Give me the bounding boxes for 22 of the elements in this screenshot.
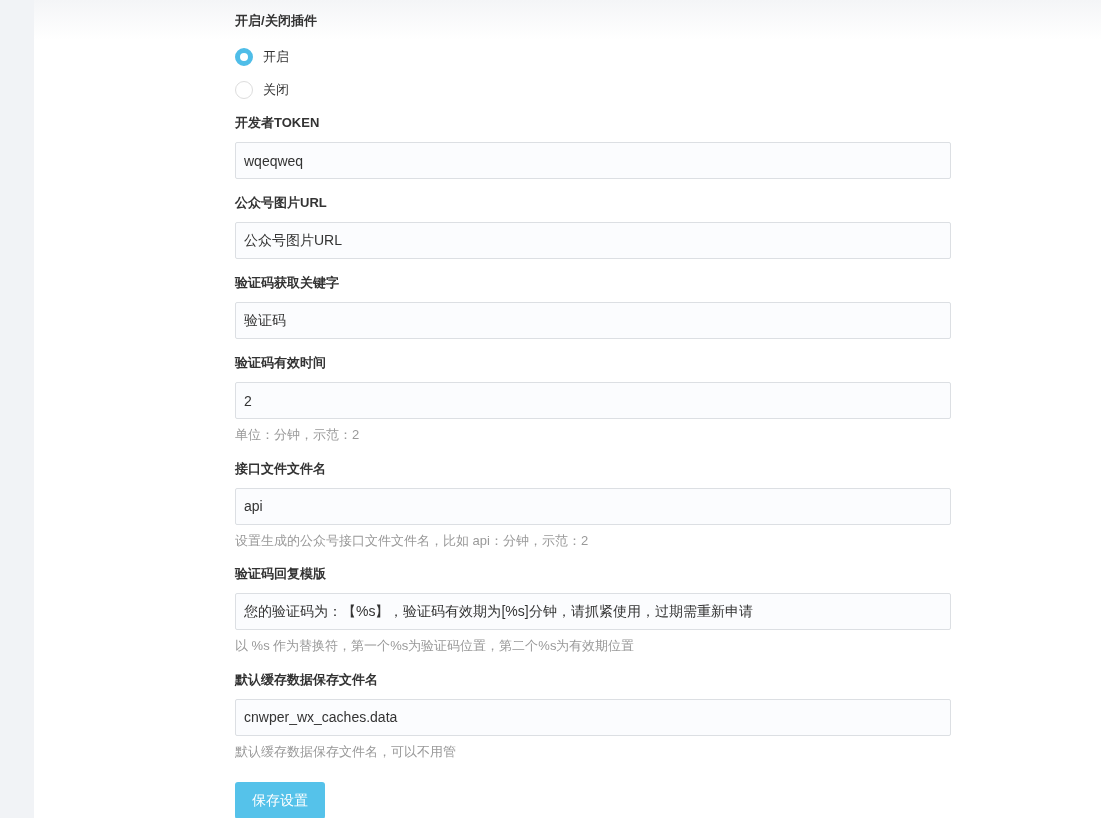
input-field[interactable]: 您的验证码为：【%s】，验证码有效期为[%s]分钟，请抓紧使用，过期需重新申请 — [235, 593, 951, 630]
input-field[interactable]: api — [235, 487, 951, 525]
help-text: 单位：分钟，示范：2 — [235, 426, 360, 444]
input-field[interactable]: wqeqweq — [235, 142, 951, 179]
input-field[interactable]: 2 — [235, 382, 951, 419]
radio-label[interactable]: 开启 — [263, 46, 289, 67]
field-label: 验证码有效时间 — [235, 354, 326, 372]
radio-button[interactable] — [235, 47, 253, 66]
field-label: 公众号图片URL — [235, 194, 327, 212]
field-label: 开启/关闭插件 — [235, 12, 317, 30]
help-text: 默认缓存数据保存文件名，可以不用管 — [235, 742, 456, 761]
radio-button[interactable] — [235, 80, 253, 99]
input-field[interactable]: 验证码 — [235, 302, 951, 339]
radio-label[interactable]: 关闭 — [263, 79, 289, 100]
field-label: 验证码回复模版 — [235, 565, 326, 583]
input-field[interactable]: 公众号图片URL — [235, 222, 951, 259]
field-label: 验证码获取关键字 — [235, 274, 339, 292]
field-label: 默认缓存数据保存文件名 — [235, 670, 378, 689]
help-text: 设置生成的公众号接口文件文件名，比如 api：分钟，示范：2 — [235, 531, 589, 550]
input-field[interactable]: cnwper_wx_caches.data — [235, 698, 951, 736]
field-label: 开发者TOKEN — [235, 114, 320, 132]
field-label: 接口文件文件名 — [235, 459, 326, 478]
